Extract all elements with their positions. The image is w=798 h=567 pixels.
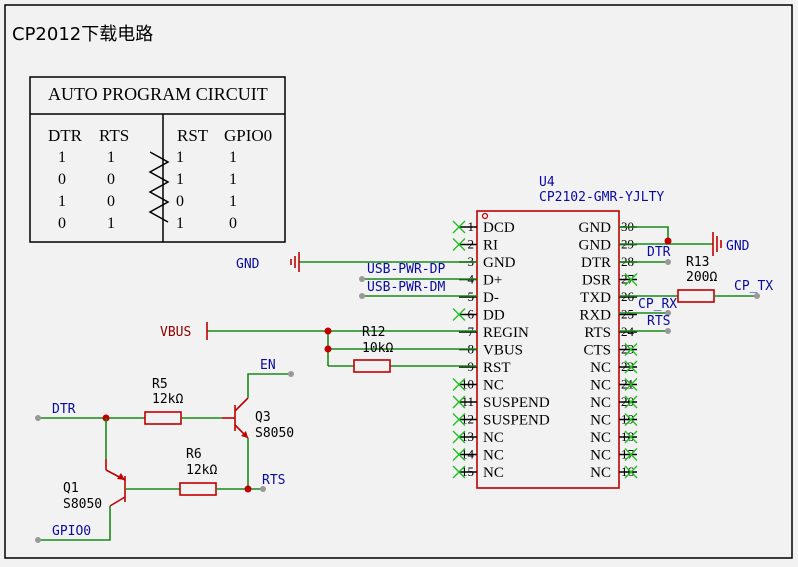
table-header-dtr: DTR [48, 126, 83, 145]
r12-ref: R12 [362, 325, 385, 340]
pin-name: RTS [584, 325, 611, 341]
chip-ref: U4 [539, 175, 555, 190]
pin-name: DCD [483, 220, 515, 236]
table-cell-rts: 1 [107, 149, 115, 166]
pin-name: GND [579, 220, 612, 236]
q1-ref: Q1 [63, 481, 79, 496]
table-cell-dtr: 0 [58, 215, 66, 232]
pin-name: DSR [582, 273, 611, 289]
pin-name: DTR [581, 255, 611, 271]
pin-name: NC [483, 448, 504, 464]
pin-name: REGIN [483, 325, 529, 341]
pin-name: NC [590, 448, 611, 464]
pin-name: NC [590, 360, 611, 376]
pin-name: RXD [579, 308, 611, 324]
r13-ref: R13 [686, 255, 709, 270]
usb-dp-label: USB-PWR-DP [367, 262, 445, 277]
pin-name: VBUS [483, 343, 523, 359]
rts-left-label: RTS [262, 473, 285, 488]
table-cell-dtr: 1 [58, 193, 66, 210]
table-header-rts: RTS [99, 126, 129, 145]
chip-part: CP2102-GMR-YJLTY [539, 190, 664, 205]
pin-number: 2 [468, 237, 475, 252]
table-cell-gpio0: 1 [229, 193, 237, 210]
pin-name: NC [590, 395, 611, 411]
pin-name: D- [483, 290, 499, 306]
gpio0-label: GPIO0 [52, 524, 91, 539]
cp-rx-label: CP_RX [638, 297, 677, 312]
r5-value: 12kΩ [152, 392, 183, 407]
pin-name: RI [483, 238, 498, 254]
table-cell-dtr: 0 [58, 171, 66, 188]
table-cell-gpio0: 0 [229, 215, 237, 232]
left-nets: GND USB-PWR-DP USB-PWR-DM VBUS R12 10kΩ [160, 252, 477, 373]
table-cell-rst: 1 [176, 149, 184, 166]
table-cell-rst: 1 [176, 171, 184, 188]
table-cell-gpio0: 1 [229, 149, 237, 166]
table-cell-rts: 0 [107, 171, 115, 188]
r6-ref: R6 [186, 447, 202, 462]
right-nets: GND DTR R13 200Ω CP_TX CP_RX RTS [619, 226, 773, 334]
transistor-circuit: DTR R5 12kΩ EN Q3 S8050 Q1 S8050 GPIO0 R… [35, 358, 294, 543]
cp-tx-label: CP_TX [734, 279, 773, 294]
pin-name: SUSPEND [483, 413, 550, 429]
dtr-right-label: DTR [647, 245, 671, 260]
pin-name: NC [483, 378, 504, 394]
r5-ref: R5 [152, 377, 168, 392]
table-cell-rts: 1 [107, 215, 115, 232]
q3-ref: Q3 [255, 410, 271, 425]
usb-dm-label: USB-PWR-DM [367, 280, 445, 295]
table-cell-rts: 0 [107, 193, 115, 210]
table-cell-rst: 1 [176, 215, 184, 232]
pin-name: GND [483, 255, 516, 271]
table-cell-rst: 0 [176, 193, 184, 210]
pin-name: NC [590, 465, 611, 481]
rts-right-label: RTS [647, 314, 670, 329]
table-header-gpio0: GPIO0 [224, 126, 272, 145]
gnd-left-label: GND [236, 257, 260, 272]
table-cell-dtr: 1 [58, 149, 66, 166]
schematic-canvas: CP2012下载电路 AUTO PROGRAM CIRCUIT DTR RTS … [4, 4, 793, 559]
pin-name: NC [483, 465, 504, 481]
pin-name: SUSPEND [483, 395, 550, 411]
pin-name: CTS [583, 343, 611, 359]
pin-name: RST [483, 360, 511, 376]
q1-value: S8050 [63, 497, 102, 512]
pin-name: NC [590, 430, 611, 446]
en-label: EN [260, 358, 276, 373]
pin-name: DD [483, 308, 505, 324]
r12-value: 10kΩ [362, 341, 393, 356]
r6-value: 12kΩ [186, 463, 217, 478]
pin-name: D+ [483, 273, 502, 289]
q3-value: S8050 [255, 426, 294, 441]
dtr-left-label: DTR [52, 402, 76, 417]
pin-number: 1 [468, 219, 475, 234]
gnd-right-label: GND [726, 239, 750, 254]
table-header-rst: RST [177, 126, 209, 145]
pin-number: 6 [468, 307, 475, 322]
pin-name: GND [579, 238, 612, 254]
table-cell-gpio0: 1 [229, 171, 237, 188]
table-title: AUTO PROGRAM CIRCUIT [48, 84, 268, 104]
pin-name: NC [590, 413, 611, 429]
sheet-title: CP2012下载电路 [12, 24, 153, 45]
pin-name: NC [590, 378, 611, 394]
vbus-label: VBUS [160, 325, 191, 340]
pin-number: 25 [621, 307, 634, 322]
auto-program-table: AUTO PROGRAM CIRCUIT DTR RTS RST GPIO0 1… [29, 76, 286, 243]
r13-value: 200Ω [686, 270, 717, 285]
pin-name: NC [483, 430, 504, 446]
pin-name: TXD [580, 290, 611, 306]
